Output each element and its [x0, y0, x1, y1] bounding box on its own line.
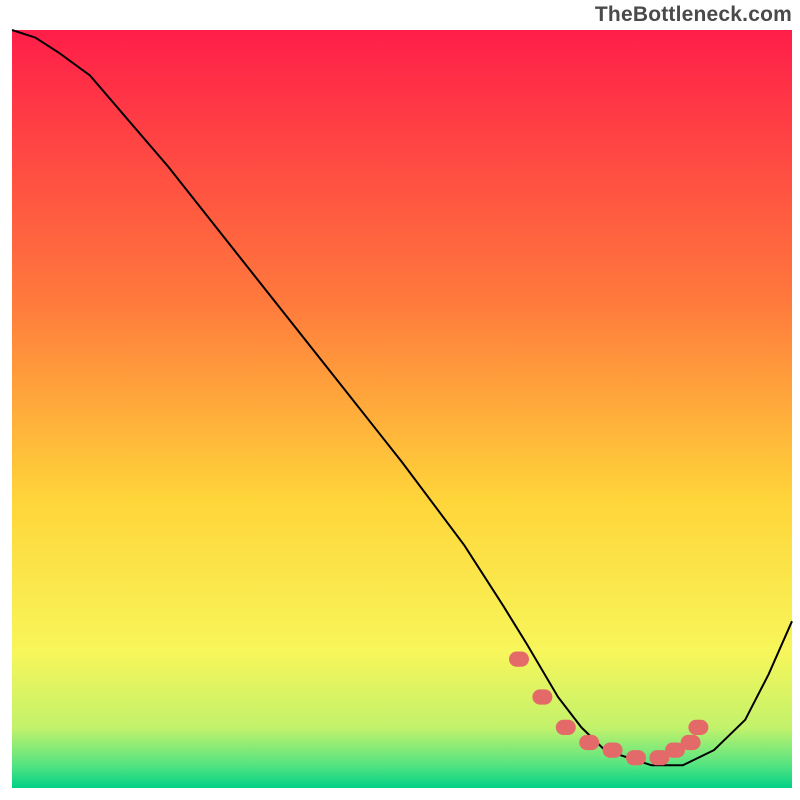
chart-stage: TheBottleneck.com: [0, 0, 800, 800]
sweet-spot-marker: [579, 735, 599, 750]
sweet-spot-marker: [681, 735, 701, 750]
sweet-spot-marker: [688, 720, 708, 735]
gradient-background: [12, 30, 792, 788]
sweet-spot-marker: [509, 652, 529, 667]
sweet-spot-marker: [626, 750, 646, 765]
sweet-spot-marker: [556, 720, 576, 735]
bottleneck-chart: [0, 0, 800, 800]
plot-area: [12, 30, 792, 788]
sweet-spot-marker: [532, 689, 552, 704]
sweet-spot-marker: [603, 743, 623, 758]
